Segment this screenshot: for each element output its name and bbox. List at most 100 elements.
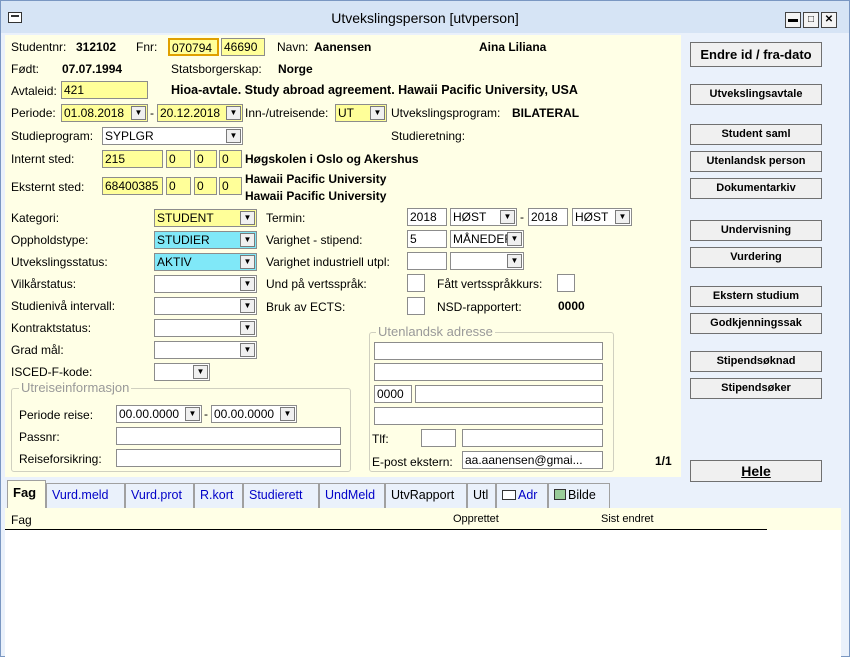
chevron-down-icon[interactable]: ▼ bbox=[615, 210, 630, 224]
chevron-down-icon[interactable]: ▼ bbox=[240, 255, 255, 269]
stipendsoker-button[interactable]: Stipendsøker bbox=[690, 378, 822, 399]
tab-utl[interactable]: Utl bbox=[467, 483, 496, 508]
periode-til-select[interactable]: 20.12.2018 ▼ bbox=[157, 104, 243, 122]
hele-button[interactable]: Hele bbox=[690, 460, 822, 482]
chevron-down-icon[interactable]: ▼ bbox=[507, 254, 522, 268]
fatt-checkbox[interactable] bbox=[557, 274, 575, 292]
industri-enhet-select[interactable]: ▼ bbox=[450, 252, 524, 270]
kategori-label: Kategori: bbox=[11, 211, 60, 225]
stipendsoknad-button[interactable]: Stipendsøknad bbox=[690, 351, 822, 372]
tab-utvrapport[interactable]: UtvRapport bbox=[385, 483, 467, 508]
chevron-down-icon[interactable]: ▼ bbox=[280, 407, 295, 421]
minimize-icon[interactable]: ▬ bbox=[785, 12, 801, 28]
tab-vurd-prot[interactable]: Vurd.prot bbox=[125, 483, 194, 508]
chevron-down-icon[interactable]: ▼ bbox=[507, 232, 522, 246]
student-saml-button[interactable]: Student saml bbox=[690, 124, 822, 145]
eksternt-sted-inst[interactable]: 68400385 bbox=[102, 177, 163, 195]
reise-til-select[interactable]: 00.00.0000 ▼ bbox=[211, 405, 297, 423]
tab-r-kort[interactable]: R.kort bbox=[194, 483, 243, 508]
tlf-landkode[interactable] bbox=[421, 429, 456, 447]
nsd-label: NSD-rapportert: bbox=[437, 300, 522, 314]
chevron-down-icon[interactable]: ▼ bbox=[131, 106, 146, 120]
chevron-down-icon[interactable]: ▼ bbox=[193, 365, 208, 379]
program-label: Utvekslingsprogram: bbox=[391, 106, 501, 120]
reise-til-value: 00.00.0000 bbox=[214, 407, 275, 421]
maximize-icon[interactable]: □ bbox=[803, 12, 819, 28]
status-select[interactable]: AKTIV ▼ bbox=[154, 253, 257, 271]
avtale-text: Hioa-avtale. Study abroad agreement. Haw… bbox=[171, 83, 578, 97]
fnr-date-field[interactable]: 070794 bbox=[168, 38, 219, 56]
eksternt-sted-gr[interactable]: 0 bbox=[219, 177, 242, 195]
tab-adr[interactable]: Adr bbox=[496, 483, 548, 508]
godkjenningssak-button[interactable]: Godkjenningssak bbox=[690, 313, 822, 334]
vilkar-select[interactable]: ▼ bbox=[154, 275, 257, 293]
eksternt-sted-inst2[interactable]: 0 bbox=[194, 177, 217, 195]
chevron-down-icon[interactable]: ▼ bbox=[240, 277, 255, 291]
varighet-field[interactable]: 5 bbox=[407, 230, 447, 248]
tab-fag[interactable]: Fag bbox=[7, 480, 46, 508]
kategori-select[interactable]: STUDENT ▼ bbox=[154, 209, 257, 227]
utvekslingsavtale-button[interactable]: Utvekslingsavtale bbox=[690, 84, 822, 105]
chevron-down-icon[interactable]: ▼ bbox=[500, 210, 515, 224]
col-opprettet: Opprettet bbox=[453, 513, 499, 525]
adresse-line4[interactable] bbox=[374, 407, 603, 425]
tab-bilde[interactable]: Bilde bbox=[548, 483, 610, 508]
chevron-down-icon[interactable]: ▼ bbox=[240, 321, 255, 335]
tab-undmeld[interactable]: UndMeld bbox=[319, 483, 385, 508]
adresse-poststed[interactable] bbox=[415, 385, 603, 403]
chevron-down-icon[interactable]: ▼ bbox=[226, 129, 241, 143]
tlf-field[interactable] bbox=[462, 429, 603, 447]
chevron-down-icon[interactable]: ▼ bbox=[226, 106, 241, 120]
termin-til-ar[interactable]: 2018 bbox=[528, 208, 568, 226]
chevron-down-icon[interactable]: ▼ bbox=[240, 299, 255, 313]
chevron-down-icon[interactable]: ▼ bbox=[240, 233, 255, 247]
varighet-enhet-select[interactable]: MÅNEDER ▼ bbox=[450, 230, 524, 248]
kontrakt-select[interactable]: ▼ bbox=[154, 319, 257, 337]
ekstern-studium-button[interactable]: Ekstern studium bbox=[690, 286, 822, 307]
close-icon[interactable]: ✕ bbox=[821, 12, 837, 28]
col-fag: Fag bbox=[11, 513, 32, 527]
periode-fra-select[interactable]: 01.08.2018 ▼ bbox=[61, 104, 148, 122]
isced-select[interactable]: ▼ bbox=[154, 363, 210, 381]
vurdering-button[interactable]: Vurdering bbox=[690, 247, 822, 268]
epost-field[interactable]: aa.aanensen@gmai... bbox=[462, 451, 603, 469]
termin-dash: - bbox=[520, 210, 524, 224]
eksternt-sted-fak[interactable]: 0 bbox=[166, 177, 191, 195]
tab-studierett[interactable]: Studierett bbox=[243, 483, 319, 508]
ects-checkbox[interactable] bbox=[407, 297, 425, 315]
termin-fra-select[interactable]: HØST ▼ bbox=[450, 208, 517, 226]
adresse-postnr[interactable]: 0000 bbox=[374, 385, 412, 403]
dokumentarkiv-button[interactable]: Dokumentarkiv bbox=[690, 178, 822, 199]
chevron-down-icon[interactable]: ▼ bbox=[240, 343, 255, 357]
avtaleid-field[interactable]: 421 bbox=[61, 81, 148, 99]
adresse-line1[interactable] bbox=[374, 342, 603, 360]
chevron-down-icon[interactable]: ▼ bbox=[185, 407, 200, 421]
und-checkbox[interactable] bbox=[407, 274, 425, 292]
fag-panel: Fag Opprettet Sist endret bbox=[5, 508, 841, 658]
fnr-pnr-field[interactable]: 46690 bbox=[221, 38, 265, 56]
endre-id-button[interactable]: Endre id / fra-dato bbox=[690, 42, 822, 67]
internt-sted-fak[interactable]: 0 bbox=[166, 150, 191, 168]
internt-sted-gr[interactable]: 0 bbox=[219, 150, 242, 168]
inn-ut-select[interactable]: UT ▼ bbox=[335, 104, 387, 122]
internt-sted-inst[interactable]: 215 bbox=[102, 150, 163, 168]
undervisning-button[interactable]: Undervisning bbox=[690, 220, 822, 241]
studieprogram-value: SYPLGR bbox=[105, 129, 154, 143]
termin-til-select[interactable]: HØST ▼ bbox=[572, 208, 632, 226]
tab-vurd-meld[interactable]: Vurd.meld bbox=[46, 483, 125, 508]
adresse-line2[interactable] bbox=[374, 363, 603, 381]
window-title: Utvekslingsperson [utvperson] bbox=[331, 10, 519, 26]
reise-fra-select[interactable]: 00.00.0000 ▼ bbox=[116, 405, 202, 423]
forsikring-field[interactable] bbox=[116, 449, 341, 467]
passnr-field[interactable] bbox=[116, 427, 341, 445]
chevron-down-icon[interactable]: ▼ bbox=[240, 211, 255, 225]
industri-field[interactable] bbox=[407, 252, 447, 270]
utenlandsk-person-button[interactable]: Utenlandsk person bbox=[690, 151, 822, 172]
chevron-down-icon[interactable]: ▼ bbox=[370, 106, 385, 120]
grad-select[interactable]: ▼ bbox=[154, 341, 257, 359]
studieprogram-select[interactable]: SYPLGR ▼ bbox=[102, 127, 243, 145]
studieniva-select[interactable]: ▼ bbox=[154, 297, 257, 315]
oppholdstype-select[interactable]: STUDIER ▼ bbox=[154, 231, 257, 249]
termin-fra-ar[interactable]: 2018 bbox=[407, 208, 447, 226]
internt-sted-inst2[interactable]: 0 bbox=[194, 150, 217, 168]
